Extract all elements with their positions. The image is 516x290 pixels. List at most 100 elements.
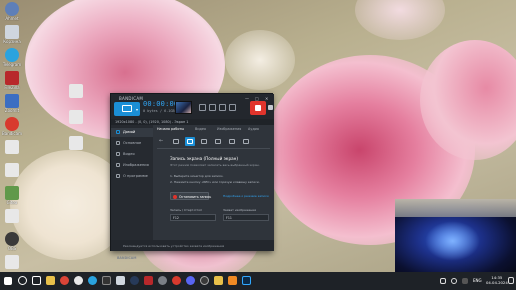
bandicam-toolbar: BANDICAM — □ ✕ ▾ 00:00:00 0 bytes / 6.1G… — [111, 94, 274, 119]
sidebar-item-about[interactable]: О программе — [111, 172, 153, 181]
recycle-bin-icon — [5, 25, 19, 39]
mode-audio[interactable] — [241, 137, 251, 146]
desktop-icon-obs[interactable]: OBS — [0, 232, 24, 251]
tab-getting-started[interactable]: Начало работы — [157, 127, 184, 131]
desktop-icon-bandicam[interactable]: Bandicam — [0, 117, 24, 136]
help-link[interactable]: Подробнее о режиме записи — [223, 194, 269, 198]
webcam-overlay-icon[interactable] — [209, 104, 216, 111]
sidebar-item-general[interactable]: Основное — [111, 139, 153, 148]
windows-start-icon[interactable] — [4, 277, 12, 285]
mode-back-button[interactable]: ← — [157, 137, 167, 146]
document-icon — [5, 140, 19, 154]
mode-around-mouse[interactable] — [199, 137, 209, 146]
filezilla-icon[interactable] — [144, 276, 153, 285]
document-icon — [69, 84, 83, 98]
desktop-icon-recycle-bin[interactable]: Корзина — [0, 25, 24, 44]
rectangle-icon — [173, 139, 179, 144]
cursor-icon — [201, 139, 207, 144]
telegram-icon[interactable] — [88, 276, 97, 285]
taskbar: ENG 14:35 04.04.2024 — [0, 272, 516, 290]
yandex-browser-icon[interactable] — [74, 276, 83, 285]
tray-volume-icon[interactable] — [451, 278, 457, 284]
document-icon — [69, 110, 83, 124]
capture-area-text: 1920x1080 - (0, 0), (1920, 1080) - Экран… — [115, 119, 189, 124]
explorer-icon[interactable] — [46, 276, 55, 285]
status-text: Рекомендуется использовать устройство за… — [123, 244, 225, 248]
record-dot-icon — [173, 194, 177, 199]
zoomit-icon — [5, 94, 19, 108]
desktop-icon-document[interactable] — [64, 136, 88, 150]
bandicam-taskbar-icon[interactable] — [172, 276, 181, 285]
desktop-icon-document[interactable] — [0, 140, 24, 154]
steam-icon[interactable] — [130, 276, 139, 285]
desktop-icon-document[interactable] — [64, 110, 88, 124]
gear-icon — [116, 141, 120, 145]
hotkey-screenshot-field[interactable]: F11 — [223, 214, 269, 221]
search-icon[interactable] — [18, 276, 27, 285]
mode-fullscreen[interactable] — [185, 137, 195, 146]
obs-icon[interactable] — [200, 276, 209, 285]
desktop-icon-gitea[interactable]: Gitea — [0, 186, 24, 205]
mode-game[interactable] — [213, 137, 223, 146]
clock[interactable]: 14:35 04.04.2024 — [486, 275, 508, 285]
tray-arrow-icon[interactable] — [462, 278, 468, 284]
video-icon — [116, 152, 120, 156]
stop-record-button[interactable] — [250, 101, 266, 115]
hdmi-icon — [229, 139, 235, 144]
document-icon — [5, 255, 19, 269]
desktop-icon-user[interactable]: Ahmet — [0, 2, 24, 21]
desktop-icon-document[interactable] — [0, 255, 24, 269]
webcam-glare — [425, 221, 480, 261]
mode-device[interactable] — [227, 137, 237, 146]
record-timer: 00:00:00 — [143, 100, 179, 108]
sidebar-item-home[interactable]: Домой — [111, 128, 153, 137]
tab-audio[interactable]: Аудио — [248, 127, 259, 131]
document-icon — [5, 163, 19, 177]
main-panel: Начало работы Видео Изображения Аудио ← … — [153, 125, 274, 240]
record-mode-selector: ← — [157, 137, 270, 147]
obs-icon — [5, 232, 19, 246]
chrome-icon[interactable] — [60, 276, 69, 285]
notification-icon[interactable] — [508, 277, 514, 284]
keyboard-language[interactable]: ENG — [473, 278, 482, 283]
desktop-icon-document[interactable] — [0, 209, 24, 223]
desktop-icon-telegram[interactable]: Telegram — [0, 48, 24, 67]
discord-icon[interactable] — [186, 276, 195, 285]
bandicam-window: BANDICAM — □ ✕ ▾ 00:00:00 0 bytes / 6.1G… — [110, 93, 274, 260]
notepad-icon[interactable] — [116, 276, 125, 285]
close-button[interactable]: ✕ — [265, 96, 268, 101]
screenshot-icon[interactable] — [268, 105, 273, 110]
mode-rectangle[interactable] — [171, 137, 181, 146]
sidebar-brand: BANDICAM — [117, 256, 137, 260]
settings-icon[interactable] — [158, 276, 167, 285]
divider — [157, 148, 270, 149]
draw-icon[interactable] — [229, 104, 236, 111]
clock-date: 04.04.2024 — [486, 280, 508, 285]
tab-video[interactable]: Видео — [195, 127, 206, 131]
bandicam-icon — [5, 117, 19, 131]
tab-images[interactable]: Изображения — [217, 127, 241, 131]
sidebar-item-images[interactable]: Изображения — [111, 161, 153, 170]
gamepad-icon — [215, 139, 221, 144]
hotkey-record-label: Запись / Старт-Стоп — [170, 208, 203, 212]
desktop-icon-filezilla[interactable]: FileZilla — [0, 71, 24, 90]
desktop-icon-document[interactable] — [64, 84, 88, 98]
file-size: 0 bytes / 6.1GB — [143, 109, 175, 113]
folder-icon[interactable] — [214, 276, 223, 285]
minimize-button[interactable]: — — [245, 96, 249, 101]
stop-recording-button[interactable]: Остановить запись — [170, 192, 211, 200]
task-view-icon[interactable] — [32, 276, 41, 285]
tray-network-icon[interactable] — [440, 278, 446, 284]
desktop-icon-zoomit[interactable]: ZoomIt — [0, 94, 24, 113]
sidebar-item-video[interactable]: Видео — [111, 150, 153, 159]
hotkey-record-field[interactable]: F12 — [170, 214, 216, 221]
filezilla-icon — [5, 71, 19, 85]
microphone-icon[interactable] — [219, 104, 226, 111]
media-player-icon[interactable] — [228, 276, 237, 285]
photoshop-icon[interactable] — [242, 276, 251, 285]
pause-icon[interactable] — [199, 104, 206, 111]
bandicam-logo: BANDICAM — [119, 96, 144, 101]
terminal-icon[interactable] — [102, 276, 111, 285]
desktop-icon-document[interactable] — [0, 163, 24, 177]
screen-mode-button[interactable]: ▾ — [114, 102, 140, 116]
